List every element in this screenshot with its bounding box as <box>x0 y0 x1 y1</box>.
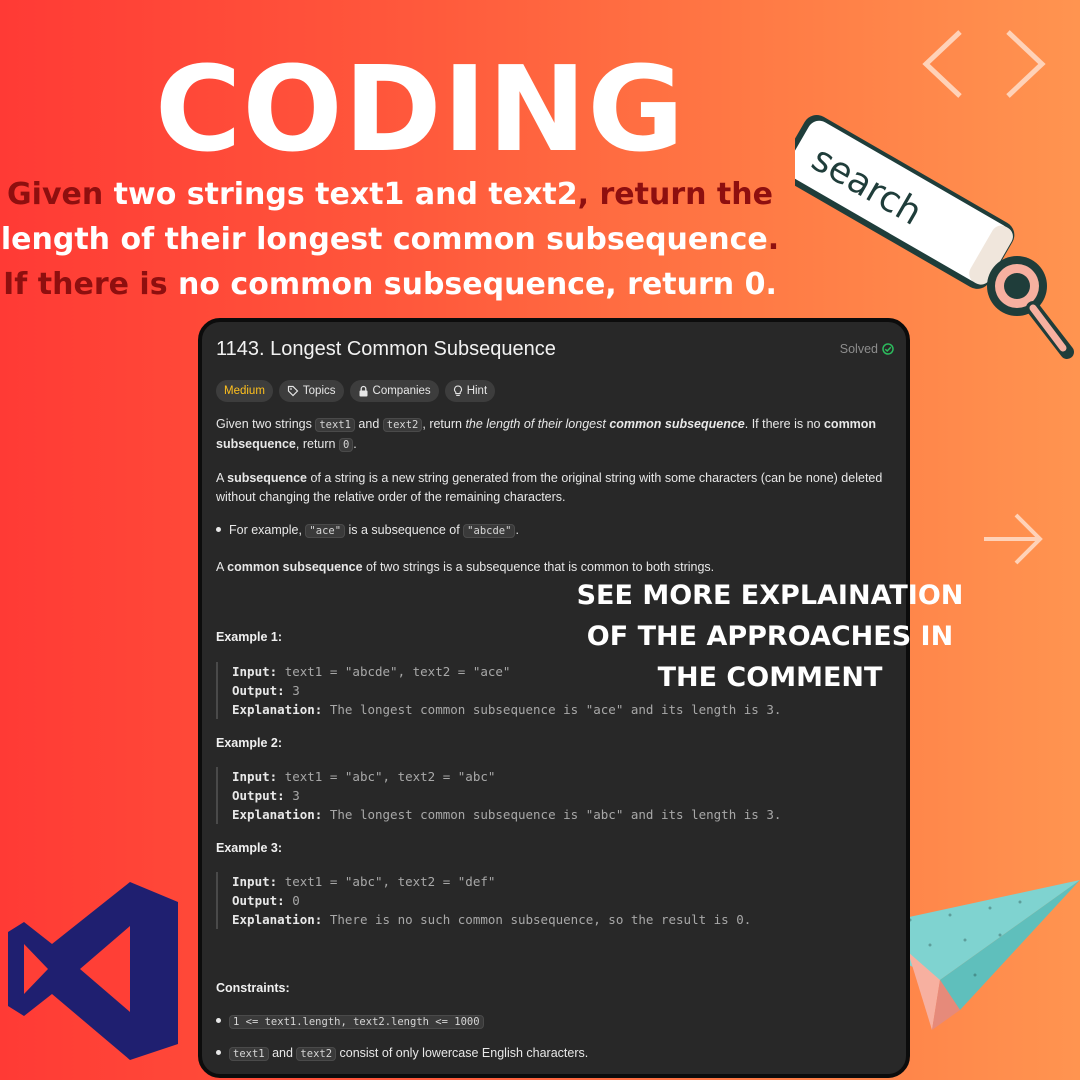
list-item-text: text1 and text2 consist of only lowercas… <box>229 1046 589 1061</box>
constraints-title: Constraints: <box>216 981 290 995</box>
tag-icon <box>287 385 299 397</box>
hint-button[interactable]: Hint <box>444 380 496 402</box>
desc-text: of a string is a new string generated fr… <box>216 471 883 504</box>
desc-text: A <box>216 560 228 574</box>
subsequence-definition: A subsequence of a string is a new strin… <box>216 469 900 507</box>
visual-studio-logo <box>8 882 178 1060</box>
inline-code: text2 <box>296 1047 337 1061</box>
problem-panel: 1143. Longest Common Subsequence Solved … <box>198 318 910 1078</box>
desc-text: For example, <box>229 523 306 537</box>
lightbulb-icon <box>453 385 462 396</box>
inline-code: "ace" <box>305 524 346 538</box>
example-value: 3 <box>292 788 300 803</box>
list-item: 1 <= text1.length, text2.length <= 1000 <box>216 1015 484 1029</box>
list-item: For example, "ace" is a subsequence of "… <box>216 523 519 538</box>
desc-text: of two strings is a subsequence that is … <box>362 560 715 574</box>
tag-label: Companies <box>372 385 431 397</box>
question-part: length of their longest common subsequen… <box>0 222 768 257</box>
desc-text: and <box>268 1046 297 1060</box>
hero-title: CODING <box>154 40 686 178</box>
question-part: no common subsequence, return 0. <box>167 267 777 302</box>
example-value: The longest common subsequence is "ace" … <box>329 702 782 717</box>
desc-text: and <box>354 417 383 431</box>
inline-code: text2 <box>382 418 423 432</box>
example-value: 0 <box>292 893 300 908</box>
example-label: Explanation: <box>232 702 323 717</box>
question-part: two strings text1 and text2 <box>103 177 578 212</box>
overlay-note: SEE MORE EXPLAINATION OF THE APPROACHES … <box>576 580 964 693</box>
inline-code: 0 <box>338 438 354 452</box>
example-title: Example 3: <box>216 841 283 855</box>
desc-text: . <box>515 523 519 537</box>
example-value: The longest common subsequence is "abc" … <box>329 807 782 822</box>
example-value: text1 = "abc", text2 = "def" <box>284 874 496 889</box>
arrow-right-icon <box>984 513 1043 565</box>
list-item: text1 and text2 consist of only lowercas… <box>216 1046 589 1061</box>
inline-code: "abcde" <box>463 524 516 538</box>
example-label: Output: <box>232 788 285 803</box>
difficulty-badge[interactable]: Medium <box>216 380 273 402</box>
bullet-dot <box>216 1050 221 1055</box>
inline-code: 1 <= text1.length, text2.length <= 1000 <box>229 1015 484 1029</box>
hero-question: Given two strings text1 and text2, retur… <box>0 172 780 307</box>
desc-text: , return <box>422 417 466 431</box>
problem-title: 1143. Longest Common Subsequence <box>216 338 556 360</box>
desc-italic: the length of their longest <box>465 417 610 431</box>
topics-button[interactable]: Topics <box>278 380 344 402</box>
tag-row: Medium Topics Companies Hint <box>216 380 496 402</box>
bullet-dot <box>216 1018 221 1023</box>
desc-text: consist of only lowercase English charac… <box>336 1046 589 1060</box>
check-circle-icon <box>882 343 894 355</box>
example-label: Input: <box>232 874 278 889</box>
code-brackets-icon <box>922 30 1046 98</box>
desc-text: , return <box>295 437 339 451</box>
solved-label: Solved <box>839 342 878 356</box>
example-label: Output: <box>232 683 285 698</box>
desc-bold: subsequence <box>227 471 308 485</box>
desc-text: is a subsequence of <box>345 523 464 537</box>
desc-text: . <box>353 437 357 451</box>
example-label: Input: <box>232 769 278 784</box>
example-value: There is no such common subsequence, so … <box>329 912 752 927</box>
example-block: Input: text1 = "abc", text2 = "abc" Outp… <box>216 767 876 824</box>
tag-label: Medium <box>224 385 265 397</box>
example-title: Example 2: <box>216 736 283 750</box>
example-label: Explanation: <box>232 912 323 927</box>
desc-text: Given two strings <box>216 417 316 431</box>
question-part: , return the <box>577 177 773 212</box>
desc-text: . If there is no <box>744 417 824 431</box>
desc-text: A <box>216 471 228 485</box>
example-label: Explanation: <box>232 807 323 822</box>
companies-button[interactable]: Companies <box>349 380 439 402</box>
example-value: text1 = "abc", text2 = "abc" <box>284 769 496 784</box>
desc-bold-italic: common subsequence <box>609 417 745 431</box>
desc-bold: common subsequence <box>227 560 363 574</box>
example-value: 3 <box>292 683 300 698</box>
problem-description: Given two strings text1 and text2, retur… <box>216 415 900 455</box>
tag-label: Topics <box>302 385 336 397</box>
lock-icon <box>359 385 368 397</box>
inline-code: text1 <box>315 418 355 432</box>
tag-label: Hint <box>466 385 488 397</box>
example-label: Input: <box>232 664 278 679</box>
example-label: Output: <box>232 893 285 908</box>
list-item-text: For example, "ace" is a subsequence of "… <box>229 523 519 538</box>
question-part: Given <box>7 177 104 212</box>
example-title: Example 1: <box>216 630 283 644</box>
example-value: text1 = "abcde", text2 = "ace" <box>284 664 511 679</box>
bullet-dot <box>216 527 221 532</box>
solved-status: Solved <box>840 342 894 356</box>
example-block: Input: text1 = "abc", text2 = "def" Outp… <box>216 872 876 929</box>
inline-code: text1 <box>229 1047 269 1061</box>
